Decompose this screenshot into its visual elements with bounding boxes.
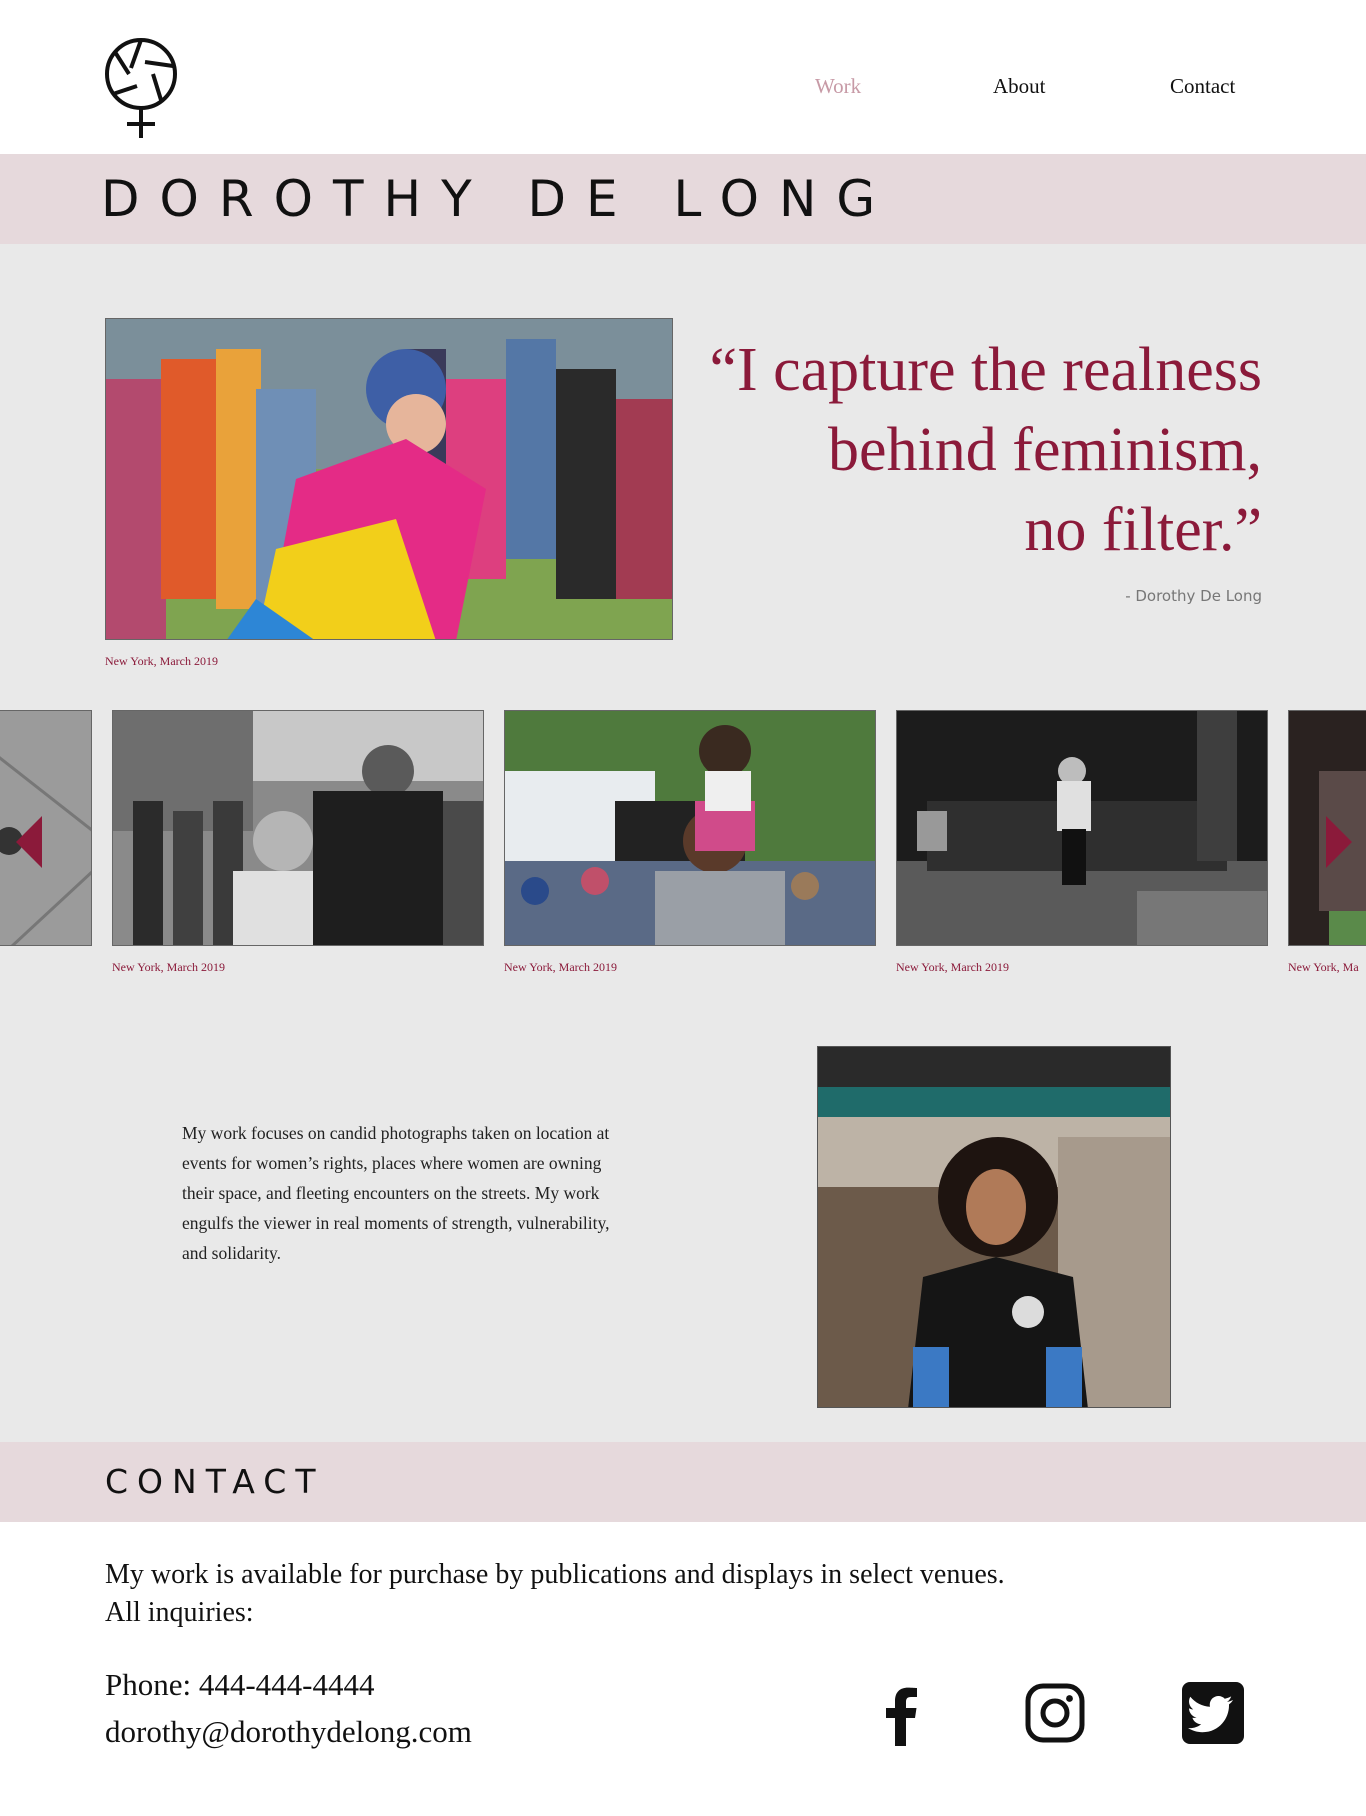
hero-quote: “I capture the realness behind feminism,… xyxy=(640,330,1262,570)
hero-photo xyxy=(105,318,673,640)
carousel-next-arrow-icon[interactable] xyxy=(1326,816,1352,868)
contact-email[interactable]: dorothy@dorothydelong.com xyxy=(105,1714,472,1750)
contact-line-2: All inquiries: xyxy=(105,1597,254,1628)
hero-caption: New York, March 2019 xyxy=(105,654,218,668)
nav-about[interactable]: About xyxy=(993,74,1046,99)
logo-icon[interactable] xyxy=(101,34,181,140)
photo-carousel[interactable]: New York, March 2019 New York, March 201… xyxy=(0,710,1366,980)
nav-contact[interactable]: Contact xyxy=(1170,74,1235,99)
carousel-slide[interactable] xyxy=(896,710,1268,946)
quote-author: - Dorothy De Long xyxy=(1125,587,1262,605)
carousel-caption: New York, March 2019 xyxy=(112,960,225,974)
carousel-caption: New York, March 2019 xyxy=(896,960,1009,974)
carousel-prev-arrow-icon[interactable] xyxy=(16,816,42,868)
contact-line-1: My work is available for purchase by pub… xyxy=(105,1559,1005,1590)
carousel-caption: New York, Ma xyxy=(1288,960,1359,974)
instagram-icon[interactable] xyxy=(1022,1680,1088,1746)
contact-description: My work is available for purchase by pub… xyxy=(105,1556,1005,1632)
contact-phone[interactable]: Phone: 444-444-4444 xyxy=(105,1667,375,1703)
quote-line-2: behind feminism, xyxy=(828,416,1262,484)
carousel-slide[interactable] xyxy=(112,710,484,946)
site-name: DOROTHY DE LONG xyxy=(101,170,896,228)
carousel-caption: New York, March 2019 xyxy=(504,960,617,974)
carousel-slide[interactable] xyxy=(504,710,876,946)
nav-work[interactable]: Work xyxy=(815,74,861,99)
facebook-icon[interactable] xyxy=(869,1680,935,1746)
quote-line-1: “I capture the realness xyxy=(709,336,1262,404)
portrait-photo xyxy=(817,1046,1171,1408)
carousel-slide[interactable] xyxy=(0,710,92,946)
bio-text: My work focuses on candid photographs ta… xyxy=(182,1123,610,1263)
site-header xyxy=(0,0,1366,154)
quote-line-3: no filter.” xyxy=(1024,496,1262,564)
contact-title: CONTACT xyxy=(105,1462,325,1501)
twitter-icon[interactable] xyxy=(1180,1680,1246,1746)
